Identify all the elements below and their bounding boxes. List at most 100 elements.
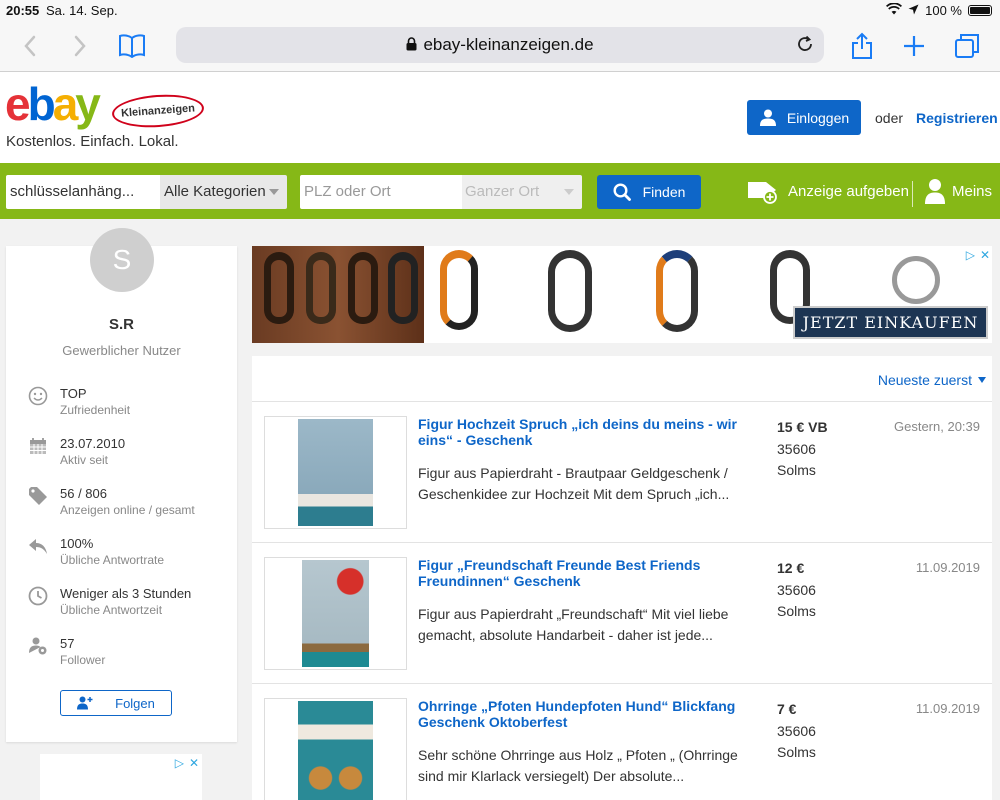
seller-type: Gewerblicher Nutzer <box>62 343 181 358</box>
ad-image-keyring <box>892 256 940 304</box>
add-user-icon <box>77 696 93 710</box>
ad-image-rope <box>388 252 418 324</box>
item-photo <box>298 701 373 800</box>
post-ad-label: Anzeige aufgeben <box>788 182 909 200</box>
search-icon <box>613 183 631 201</box>
stat-label: Übliche Antwortzeit <box>60 603 163 617</box>
item-description: Figur aus Papierdraht - Brautpaar Geldge… <box>418 465 730 502</box>
radius-label: Ganzer Ort <box>465 183 540 200</box>
find-button[interactable]: Finden <box>597 175 701 209</box>
dropdown-caret-icon <box>269 189 279 195</box>
search-bar: schlüsselanhäng... Alle Kategorien PLZ o… <box>0 163 1000 219</box>
reload-icon <box>798 35 812 51</box>
adchoices-icon: ▷ <box>965 248 975 262</box>
stat-label: Übliche Antwortrate <box>60 553 165 567</box>
item-title[interactable]: Figur „Freundschaft Freunde Best Friends… <box>418 557 768 589</box>
meins-button[interactable]: Meins <box>924 178 992 204</box>
item-date: Gestern, 20:39 <box>894 419 980 434</box>
list-item[interactable]: Figur Hochzeit Spruch „ich deins du mein… <box>252 408 992 549</box>
address-bar[interactable]: ebay-kleinanzeigen.de <box>176 27 824 63</box>
item-date: 11.09.2019 <box>915 701 980 716</box>
smiley-icon <box>26 384 50 408</box>
stat-value: TOP <box>60 386 87 401</box>
avatar: S <box>90 228 154 292</box>
banner-ad[interactable]: JETZT EINKAUFEN ▷ ✕ <box>252 246 992 343</box>
item-thumbnail[interactable] <box>264 416 407 529</box>
user-icon <box>759 109 776 126</box>
reply-icon <box>26 534 50 558</box>
register-link[interactable]: Registrieren <box>916 110 998 126</box>
stat-value: 23.07.2010 <box>60 436 126 451</box>
stat-value: 57 <box>60 636 75 651</box>
share-button[interactable] <box>846 30 878 62</box>
item-thumbnail[interactable] <box>264 557 407 670</box>
status-time: 20:55 <box>6 3 40 18</box>
close-ad-icon: ✕ <box>188 756 199 770</box>
tagline: Kostenlos. Einfach. Lokal. <box>6 133 179 150</box>
follow-label: Folgen <box>115 695 155 711</box>
divider <box>252 401 992 402</box>
stat-label: Zufriedenheit <box>60 403 131 417</box>
item-thumbnail[interactable] <box>264 698 407 800</box>
sidebar-ad[interactable]: ▷ ✕ <box>40 754 202 800</box>
back-button[interactable] <box>14 30 46 62</box>
battery-percent: 100 % <box>925 3 962 18</box>
tabs-button[interactable] <box>951 30 983 62</box>
lock-icon <box>406 36 417 54</box>
user-icon <box>925 179 945 204</box>
stat-label: Anzeigen online / gesamt <box>60 503 195 517</box>
item-date: 11.09.2019 <box>915 560 980 575</box>
url-text: ebay-kleinanzeigen.de <box>423 35 594 54</box>
stat-value: Weniger als 3 Stunden <box>60 586 192 601</box>
login-button[interactable]: Einloggen <box>747 100 861 135</box>
list-item[interactable]: Ohrringe „Pfoten Hundepfoten Hund“ Blick… <box>252 690 992 800</box>
wifi-icon <box>886 2 903 18</box>
seller-profile-card: S S.R Gewerblicher Nutzer TOP Zufriedenh… <box>6 228 237 742</box>
adchoices-icon: ▷ <box>174 756 184 770</box>
category-select[interactable]: Alle Kategorien <box>160 175 287 209</box>
item-price: 7 € <box>777 701 797 717</box>
item-city: Solms <box>777 744 816 760</box>
tag-icon <box>26 484 50 508</box>
stat-label: Aktiv seit <box>60 453 109 467</box>
item-title[interactable]: Ohrringe „Pfoten Hundepfoten Hund“ Blick… <box>418 698 768 730</box>
item-city: Solms <box>777 462 816 478</box>
listings-panel: Neueste zuerst Figur Hochzeit Spruch „ic… <box>252 356 992 800</box>
new-tab-button[interactable] <box>898 30 930 62</box>
radius-select[interactable]: Ganzer Ort <box>462 175 582 209</box>
shop-now-button[interactable]: JETZT EINKAUFEN <box>793 306 988 339</box>
stat-label: Follower <box>60 653 106 667</box>
find-label: Finden <box>642 184 686 200</box>
status-right: 100 % <box>886 2 992 18</box>
item-zip: 35606 <box>777 441 816 457</box>
item-photo <box>298 419 373 526</box>
search-input[interactable]: schlüsselanhäng... <box>6 175 160 209</box>
forward-button[interactable] <box>64 30 96 62</box>
ad-image-rope <box>548 250 592 332</box>
adchoices[interactable]: ▷ ✕ <box>175 756 199 770</box>
post-ad-button[interactable]: Anzeige aufgeben <box>746 178 909 204</box>
sort-dropdown[interactable]: Neueste zuerst <box>878 372 986 388</box>
ebay-logo[interactable]: ebay <box>5 79 101 129</box>
item-description: Sehr schöne Ohrringe aus Holz „ Pfoten „… <box>418 747 738 784</box>
item-zip: 35606 <box>777 723 816 739</box>
item-title[interactable]: Figur Hochzeit Spruch „ich deins du mein… <box>418 416 768 448</box>
or-text: oder <box>875 110 904 126</box>
ad-image-rope <box>656 250 698 332</box>
reload-button[interactable] <box>796 35 814 59</box>
location-input[interactable]: PLZ oder Ort <box>300 175 462 209</box>
status-date: Sa. 14. Sep. <box>46 3 118 18</box>
follow-button[interactable]: Folgen <box>60 690 172 716</box>
list-item[interactable]: Figur „Freundschaft Freunde Best Friends… <box>252 549 992 690</box>
sort-label: Neueste zuerst <box>877 372 972 388</box>
bookmarks-button[interactable] <box>116 30 148 62</box>
site-header: ebay Kleinanzeigen Kostenlos. Einfach. L… <box>0 73 1000 163</box>
location-arrow-icon <box>908 3 919 18</box>
adchoices[interactable]: ▷ ✕ <box>966 248 990 262</box>
item-price: 15 € VB <box>777 419 828 435</box>
divider <box>252 683 992 684</box>
share-icon <box>852 32 872 59</box>
calendar-icon <box>26 434 50 458</box>
status-bar: 20:55 Sa. 14. Sep. 100 % <box>0 0 1000 22</box>
item-photo <box>302 560 369 667</box>
